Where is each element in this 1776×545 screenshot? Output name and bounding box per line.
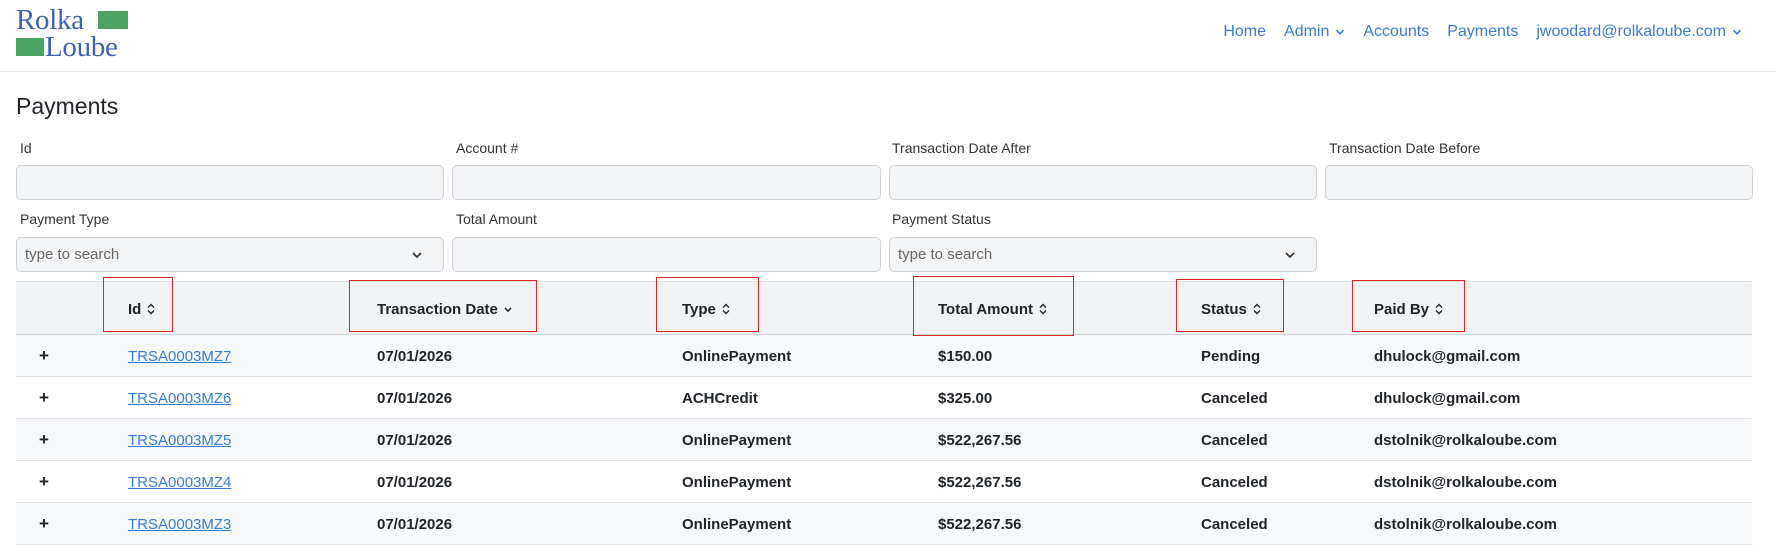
row-expand-button[interactable]: +: [39, 377, 49, 419]
chevron-down-icon: [1285, 251, 1295, 258]
chevron-down-icon: [1336, 29, 1345, 35]
row-expand-button[interactable]: +: [39, 461, 49, 503]
filter-total-amount-label: Total Amount: [456, 211, 537, 227]
column-header-type-label: Type: [682, 300, 716, 318]
payment-id-link[interactable]: TRSA0003MZ4: [128, 461, 231, 503]
status-cell: Canceled: [1201, 515, 1268, 533]
column-header-status[interactable]: Status: [1201, 282, 1262, 336]
column-header-total-amount[interactable]: Total Amount: [938, 282, 1048, 336]
row-expand-button[interactable]: +: [39, 419, 49, 461]
filter-payment-status-label: Payment Status: [892, 211, 991, 227]
nav-user-label: jwoodard@rolkaloube.com: [1536, 23, 1726, 40]
filter-date-after-input[interactable]: [889, 165, 1317, 200]
filter-payment-type-select[interactable]: type to search: [16, 237, 444, 272]
total-amount-cell: $325.00: [938, 389, 993, 407]
column-header-paid-by-label: Paid By: [1374, 300, 1430, 318]
status-cell: Canceled: [1201, 389, 1268, 407]
nav-home-label: Home: [1223, 23, 1267, 40]
type-cell: OnlinePayment: [682, 431, 792, 449]
status-cell: Pending: [1201, 347, 1261, 365]
transaction-date-cell: 07/01/2026: [377, 515, 453, 533]
brand-block-top: [98, 11, 128, 29]
filter-payment-status-placeholder: type to search: [898, 246, 993, 263]
transaction-date-cell: 07/01/2026: [377, 389, 453, 407]
filter-date-before-label: Transaction Date Before: [1329, 140, 1481, 156]
row-expand-button[interactable]: +: [39, 503, 49, 545]
payment-id-link[interactable]: TRSA0003MZ5: [128, 419, 231, 461]
filter-total-amount-input[interactable]: [452, 237, 881, 272]
table-row: + TRSA0003MZ6 07/01/2026 ACHCredit $325.…: [16, 377, 1752, 419]
nav-home[interactable]: Home: [1223, 23, 1266, 41]
nav-admin-label: Admin: [1284, 23, 1330, 40]
payment-id-link[interactable]: TRSA0003MZ3: [128, 503, 231, 545]
sort-descending-icon: [504, 307, 512, 313]
paid-by-cell: dstolnik@rolkaloube.com: [1374, 473, 1557, 491]
row-expand-button[interactable]: +: [39, 335, 49, 377]
type-cell: OnlinePayment: [682, 515, 792, 533]
table-row: + TRSA0003MZ4 07/01/2026 OnlinePayment $…: [16, 461, 1752, 503]
brand-logo[interactable]: Rolka Loube: [16, 4, 136, 64]
column-header-status-label: Status: [1201, 300, 1247, 318]
type-cell: OnlinePayment: [682, 347, 792, 365]
total-amount-cell: $522,267.56: [938, 431, 1022, 449]
transaction-date-cell: 07/01/2026: [377, 431, 453, 449]
total-amount-cell: $150.00: [938, 347, 993, 365]
filter-date-before-input[interactable]: [1325, 165, 1753, 200]
column-header-paid-by[interactable]: Paid By: [1374, 282, 1444, 336]
filter-account-label: Account #: [456, 140, 519, 156]
table-header: Id Transaction Date Type Total Amount St…: [16, 281, 1752, 335]
chevron-down-icon: [1732, 29, 1742, 35]
filter-payment-status-select[interactable]: type to search: [889, 237, 1317, 272]
column-header-id[interactable]: Id: [128, 282, 156, 336]
sort-icon: [147, 303, 155, 315]
main-nav: Home Admin Accounts Payments jwoodard@ro…: [1223, 20, 1742, 44]
column-header-total-amount-label: Total Amount: [938, 300, 1033, 318]
status-cell: Canceled: [1201, 473, 1268, 491]
column-header-id-label: Id: [128, 300, 142, 318]
sort-icon: [722, 303, 730, 315]
table-row: + TRSA0003MZ5 07/01/2026 OnlinePayment $…: [16, 419, 1752, 461]
nav-user-dropdown[interactable]: jwoodard@rolkaloube.com: [1536, 23, 1742, 41]
type-cell: OnlinePayment: [682, 473, 792, 491]
filter-date-after-label: Transaction Date After: [892, 140, 1031, 156]
payment-id-link[interactable]: TRSA0003MZ6: [128, 377, 231, 419]
nav-accounts[interactable]: Accounts: [1363, 23, 1429, 41]
brand-block-bottom: [16, 38, 44, 56]
filter-id-input[interactable]: [16, 165, 444, 200]
sort-icon: [1039, 303, 1047, 315]
status-cell: Canceled: [1201, 431, 1268, 449]
total-amount-cell: $522,267.56: [938, 515, 1022, 533]
table-row: + TRSA0003MZ7 07/01/2026 OnlinePayment $…: [16, 335, 1752, 377]
brand-line2: Loube: [45, 31, 118, 63]
transaction-date-cell: 07/01/2026: [377, 473, 453, 491]
total-amount-cell: $522,267.56: [938, 473, 1022, 491]
paid-by-cell: dstolnik@rolkaloube.com: [1374, 431, 1557, 449]
filter-payment-type-label: Payment Type: [20, 211, 110, 227]
payment-id-link[interactable]: TRSA0003MZ7: [128, 335, 231, 377]
nav-payments[interactable]: Payments: [1447, 23, 1518, 41]
paid-by-cell: dstolnik@rolkaloube.com: [1374, 515, 1557, 533]
paid-by-cell: dhulock@gmail.com: [1374, 347, 1521, 365]
filter-account-input[interactable]: [452, 165, 881, 200]
nav-admin-dropdown[interactable]: Admin: [1284, 23, 1345, 41]
sort-icon: [1253, 303, 1261, 315]
transaction-date-cell: 07/01/2026: [377, 347, 453, 365]
column-header-transaction-date-label: Transaction Date: [377, 300, 498, 318]
sort-icon: [1435, 303, 1443, 315]
column-header-transaction-date[interactable]: Transaction Date: [377, 282, 513, 336]
filter-id-label: Id: [20, 140, 32, 156]
paid-by-cell: dhulock@gmail.com: [1374, 389, 1521, 407]
filter-payment-type-placeholder: type to search: [25, 246, 120, 263]
nav-accounts-label: Accounts: [1363, 23, 1430, 40]
navbar: Rolka Loube Home Admin Accounts Payments…: [0, 0, 1776, 72]
page-title: Payments: [16, 93, 119, 119]
chevron-down-icon: [412, 251, 422, 258]
type-cell: ACHCredit: [682, 389, 758, 407]
table-row: + TRSA0003MZ3 07/01/2026 OnlinePayment $…: [16, 503, 1752, 545]
nav-payments-label: Payments: [1447, 23, 1519, 40]
column-header-type[interactable]: Type: [682, 282, 731, 336]
